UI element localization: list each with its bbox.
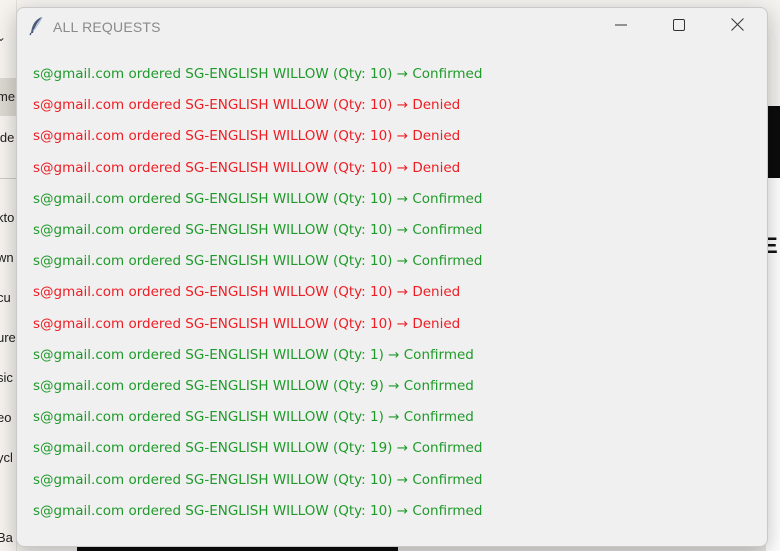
background-sidebar-item[interactable]: ure [0, 330, 16, 345]
request-item: s@gmail.com ordered SG-ENGLISH WILLOW (Q… [33, 128, 461, 145]
background-sidebar-item[interactable]: me [0, 78, 16, 116]
background-sidebar-item[interactable]: ide [0, 130, 14, 145]
background-sidebar-item[interactable]: kto [0, 210, 14, 225]
minimize-icon [615, 18, 627, 36]
requests-list[interactable]: s@gmail.com ordered SG-ENGLISH WILLOW (Q… [17, 46, 767, 532]
minimize-button[interactable] [592, 8, 650, 46]
close-icon [730, 18, 744, 36]
request-item: s@gmail.com ordered SG-ENGLISH WILLOW (Q… [33, 159, 461, 176]
request-item: s@gmail.com ordered SG-ENGLISH WILLOW (Q… [33, 440, 483, 457]
request-item: s@gmail.com ordered SG-ENGLISH WILLOW (Q… [33, 471, 483, 488]
desktop: ⌄ me ide kto wn cu ure sic eo ycl Ba E A… [0, 0, 780, 551]
background-sidebar-item[interactable]: wn [0, 250, 14, 265]
title-bar[interactable]: ALL REQUESTS [17, 8, 767, 46]
window-title: ALL REQUESTS [53, 19, 161, 35]
background-sidebar-item[interactable]: sic [0, 370, 13, 385]
feather-icon [29, 16, 45, 36]
background-panel [766, 0, 780, 105]
request-item: s@gmail.com ordered SG-ENGLISH WILLOW (Q… [33, 190, 483, 207]
maximize-button[interactable] [650, 8, 708, 46]
close-button[interactable] [708, 8, 766, 46]
request-item: s@gmail.com ordered SG-ENGLISH WILLOW (Q… [33, 378, 474, 394]
background-sidebar: ⌄ me ide kto wn cu ure sic eo ycl Ba [0, 0, 17, 551]
maximize-icon [673, 18, 685, 36]
request-item: s@gmail.com ordered SG-ENGLISH WILLOW (Q… [33, 502, 483, 519]
background-sidebar-item[interactable]: ycl [0, 450, 13, 465]
request-item: s@gmail.com ordered SG-ENGLISH WILLOW (Q… [33, 346, 474, 363]
background-sidebar-item[interactable]: eo [0, 410, 11, 425]
request-item: s@gmail.com ordered SG-ENGLISH WILLOW (Q… [33, 66, 483, 82]
request-item: s@gmail.com ordered SG-ENGLISH WILLOW (Q… [33, 284, 461, 301]
request-item: s@gmail.com ordered SG-ENGLISH WILLOW (Q… [33, 315, 461, 332]
request-item: s@gmail.com ordered SG-ENGLISH WILLOW (Q… [33, 97, 461, 114]
requests-window: ALL REQUESTS s@gmail.com ordered SG-ENGL… [16, 7, 768, 547]
request-item: s@gmail.com ordered SG-ENGLISH WILLOW (Q… [33, 222, 483, 238]
request-item: s@gmail.com ordered SG-ENGLISH WILLOW (Q… [33, 253, 483, 270]
background-banner [766, 106, 780, 178]
background-divider [0, 178, 16, 179]
background-sidebar-item[interactable]: Ba [0, 530, 13, 545]
chevron-down-icon[interactable]: ⌄ [0, 30, 6, 44]
request-item: s@gmail.com ordered SG-ENGLISH WILLOW (Q… [33, 409, 474, 426]
background-sidebar-item[interactable]: cu [0, 290, 11, 305]
